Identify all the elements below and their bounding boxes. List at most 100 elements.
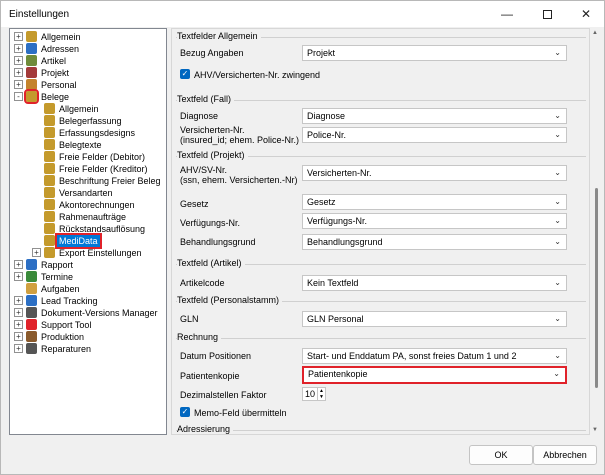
ok-button[interactable]: OK: [469, 445, 533, 465]
tree-item[interactable]: Belegerfassung: [10, 115, 166, 127]
tree-item[interactable]: + Adressen: [10, 43, 166, 55]
bezug-combo[interactable]: Projekt ⌄: [302, 45, 567, 61]
expand-icon[interactable]: +: [14, 32, 23, 41]
tree-item[interactable]: Freie Felder (Kreditor): [10, 163, 166, 175]
scrollbar-thumb[interactable]: [595, 188, 598, 388]
tree-item-label: Akontorechnungen: [59, 200, 135, 210]
expand-icon[interactable]: +: [14, 272, 23, 281]
tree-item[interactable]: + Export Einstellungen: [10, 247, 166, 259]
chevron-down-icon: ⌄: [554, 168, 561, 177]
calendar-icon: [26, 271, 37, 282]
documents-icon: [24, 89, 39, 104]
tree-item-label: Belegtexte: [59, 140, 102, 150]
tree-item-label: Produktion: [41, 332, 85, 342]
tree-item[interactable]: + Produktion: [10, 331, 166, 343]
scroll-up-icon[interactable]: ▲: [592, 30, 598, 36]
settings-icon: [44, 247, 55, 258]
expand-icon[interactable]: +: [14, 296, 23, 305]
settings-icon: [44, 223, 55, 234]
expand-icon[interactable]: +: [14, 260, 23, 269]
datum-positionen-label: Datum Positionen: [180, 351, 252, 361]
settings-icon: [44, 115, 55, 126]
collapse-icon[interactable]: -: [14, 92, 23, 101]
tree-item[interactable]: + Projekt: [10, 67, 166, 79]
tree-item[interactable]: + Artikel: [10, 55, 166, 67]
settings-icon: [44, 103, 55, 114]
expand-icon[interactable]: +: [32, 248, 41, 257]
diagnose-value: Diagnose: [307, 111, 346, 121]
expand-icon[interactable]: +: [14, 56, 23, 65]
ahv-zwingend-checkbox[interactable]: ✓: [180, 69, 190, 79]
tree-item[interactable]: Freie Felder (Debitor): [10, 151, 166, 163]
ahv-sv-value: Versicherten-Nr.: [307, 168, 372, 178]
tree-item[interactable]: + Personal: [10, 79, 166, 91]
artikelcode-combo[interactable]: Kein Textfeld ⌄: [302, 275, 567, 291]
tree-item[interactable]: + Dokument-Versions Manager: [10, 307, 166, 319]
scroll-down-icon[interactable]: ▼: [592, 427, 598, 433]
behandlung-combo[interactable]: Behandlungsgrund ⌄: [302, 234, 567, 250]
close-button[interactable]: ✕: [567, 1, 605, 27]
tree-item[interactable]: Akontorechnungen: [10, 199, 166, 211]
expand-icon[interactable]: +: [14, 344, 23, 353]
lead-tracking-icon: [26, 295, 37, 306]
stepper-arrows-icon[interactable]: ▲ ▼: [317, 388, 325, 400]
tree-item[interactable]: Erfassungsdesigns: [10, 127, 166, 139]
memo-feld-checkbox[interactable]: ✓: [180, 407, 190, 417]
gesetz-combo[interactable]: Gesetz ⌄: [302, 194, 567, 210]
tree-item-label: Versandarten: [59, 188, 113, 198]
tree-item[interactable]: - Belege: [10, 89, 166, 104]
expand-icon[interactable]: +: [14, 44, 23, 53]
tree-item[interactable]: Aufgaben: [10, 283, 166, 295]
dezimalstellen-stepper[interactable]: 10 ▲ ▼: [302, 387, 326, 401]
versnr-combo[interactable]: Police-Nr. ⌄: [302, 127, 567, 143]
window-title: Einstellungen: [9, 8, 70, 20]
tree-item[interactable]: Allgemein: [10, 103, 166, 115]
expand-icon[interactable]: +: [14, 320, 23, 329]
expand-icon[interactable]: +: [14, 68, 23, 77]
minimize-button[interactable]: —: [488, 1, 526, 27]
group-textfeld-artikel: Textfeld (Artikel): [176, 258, 586, 268]
gln-combo[interactable]: GLN Personal ⌄: [302, 311, 567, 327]
chevron-down-icon: ⌄: [554, 216, 561, 225]
datum-positionen-combo[interactable]: Start- und Enddatum PA, sonst freies Dat…: [302, 348, 567, 364]
tree-item[interactable]: + Termine: [10, 271, 166, 283]
settings-tree[interactable]: + Allgemein + Adressen + Artikel + Projekt + Pers…: [9, 28, 167, 435]
ahv-sv-combo[interactable]: Versicherten-Nr. ⌄: [302, 165, 567, 181]
group-title: Textfeld (Personalstamm): [177, 295, 283, 305]
patientenkopie-label: Patientenkopie: [180, 371, 240, 381]
tree-item[interactable]: Rückstandsauflösung: [10, 223, 166, 235]
cancel-button[interactable]: Abbrechen: [533, 445, 597, 465]
ahv-zwingend-label: AHV/Versicherten-Nr. zwingend: [194, 70, 321, 80]
tree-item-label: Artikel: [41, 56, 67, 66]
tree-item[interactable]: + Allgemein: [10, 31, 166, 43]
tree-item[interactable]: Versandarten: [10, 187, 166, 199]
panel-scrollbar[interactable]: ▲ ▼: [590, 28, 602, 435]
verfuegung-value: Verfügungs-Nr.: [307, 216, 368, 226]
tree-item-label: Rückstandsauflösung: [59, 224, 146, 234]
verfuegung-combo[interactable]: Verfügungs-Nr. ⌄: [302, 213, 567, 229]
bezug-value: Projekt: [307, 48, 336, 58]
diagnose-combo[interactable]: Diagnose ⌄: [302, 108, 567, 124]
tree-item[interactable]: + Rapport: [10, 259, 166, 271]
project-icon: [26, 67, 37, 78]
gesetz-value: Gesetz: [307, 197, 336, 207]
tree-item[interactable]: + Lead Tracking: [10, 295, 166, 307]
tree-item-label: Allgemein: [59, 104, 99, 114]
tree-item[interactable]: + Reparaturen: [10, 343, 166, 355]
expand-icon[interactable]: +: [14, 80, 23, 89]
tree-item[interactable]: Belegtexte: [10, 139, 166, 151]
expand-icon[interactable]: +: [14, 308, 23, 317]
tree-item[interactable]: + Support Tool: [10, 319, 166, 331]
tree-item[interactable]: Beschriftung Freier Beleg: [10, 175, 166, 187]
tree-item[interactable]: Rahmenaufträge: [10, 211, 166, 223]
tree-item[interactable]: MediData: [10, 233, 166, 249]
tree-item-label: Rapport: [41, 260, 74, 270]
chevron-down-icon: ⌄: [554, 197, 561, 206]
behandlung-label: Behandlungsgrund: [180, 237, 256, 247]
patientenkopie-combo[interactable]: Patientenkopie ⌄: [302, 366, 567, 384]
maximize-button[interactable]: [528, 1, 566, 27]
document-version-icon: [26, 307, 37, 318]
expand-icon[interactable]: +: [14, 332, 23, 341]
tree-item-label: Freie Felder (Kreditor): [59, 164, 148, 174]
group-textfeld-personalstamm: Textfeld (Personalstamm): [176, 295, 586, 305]
